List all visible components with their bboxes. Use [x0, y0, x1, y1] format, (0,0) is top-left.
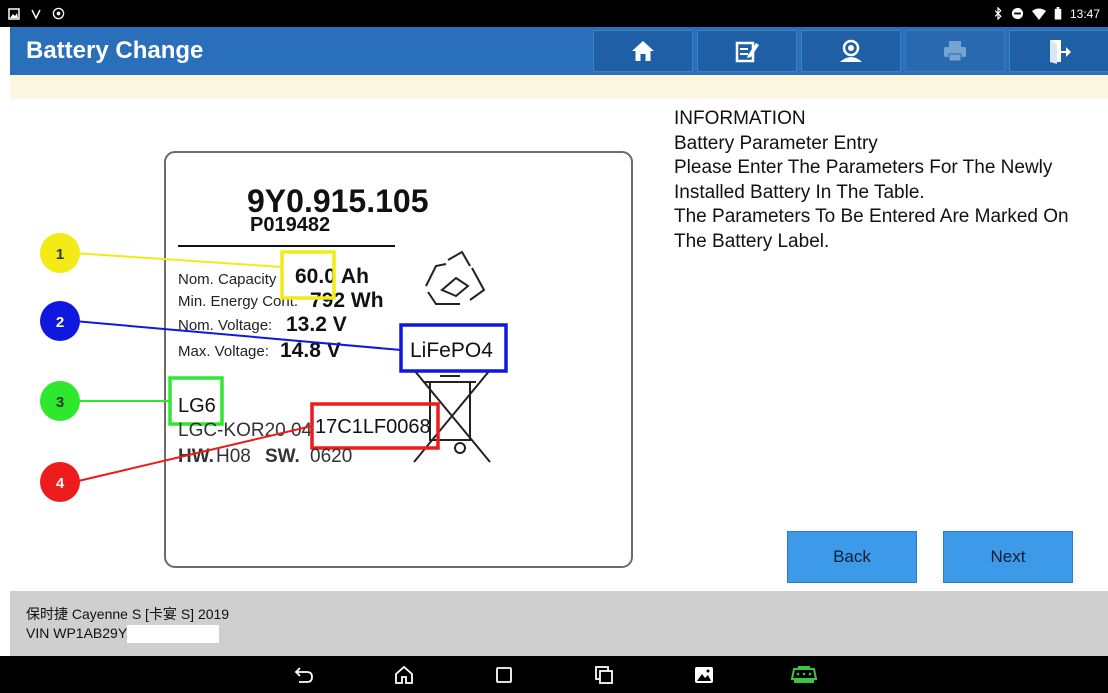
- spec-value-nom-voltage: 13.2 V: [286, 313, 347, 336]
- home-button[interactable]: [593, 30, 693, 72]
- status-time: 13:47: [1069, 6, 1100, 21]
- spec-label-max-voltage: Max. Voltage:: [178, 343, 269, 360]
- marker-2-label: 2: [56, 314, 64, 331]
- nav-multiwindow-button[interactable]: [554, 665, 654, 685]
- spec-label-energy: Min. Energy Cont.: [178, 293, 298, 310]
- back-button[interactable]: Back: [787, 531, 917, 583]
- marker-3-label: 3: [56, 394, 64, 411]
- nav-screenshot-button[interactable]: [654, 666, 754, 684]
- info-line: The Parameters To Be Entered Are Marked …: [674, 206, 1069, 227]
- marker-4-label: 4: [56, 475, 65, 492]
- sw-label: SW.: [265, 446, 300, 467]
- battery-label-diagram: 9Y0.915.105 P019482 Nom. Capacity 60.0 A…: [40, 151, 633, 568]
- support-icon: [840, 39, 862, 62]
- marker-1-label: 1: [56, 246, 64, 263]
- spec-value-capacity: 60.0 Ah: [295, 265, 369, 288]
- chemistry-value: LiFePO4: [410, 339, 493, 362]
- vci-icon: [790, 665, 818, 683]
- wifi-icon: [1031, 8, 1046, 20]
- info-line: Installed Battery In The Table.: [674, 181, 925, 203]
- settings-icon: [52, 7, 65, 20]
- status-bar: 13:47: [0, 0, 1108, 27]
- exit-button[interactable]: [1009, 30, 1108, 72]
- page-title: Battery Change: [26, 37, 204, 64]
- battery-label-image: 9Y0.915.105 P019482 Nom. Capacity 60.0 A…: [10, 100, 650, 588]
- print-button[interactable]: [905, 30, 1005, 72]
- title-bar: Battery Change: [10, 27, 1108, 75]
- battery-icon: [1054, 7, 1062, 20]
- edit-report-icon: [735, 41, 759, 63]
- maker-value: LG6: [178, 395, 216, 417]
- sub-number: P019482: [250, 214, 330, 236]
- multi-window-icon: [595, 665, 613, 684]
- notice-strip: [10, 75, 1108, 99]
- spec-label-capacity: Nom. Capacity: [178, 271, 277, 288]
- support-button[interactable]: [801, 30, 901, 72]
- exit-icon: [1050, 40, 1071, 64]
- sw-value: 0620: [310, 446, 352, 467]
- vin-row: VIN WP1AB29Y: [26, 624, 1108, 644]
- serial-value: 17C1LF0068: [315, 416, 431, 438]
- usb-icon: [31, 9, 41, 20]
- bluetooth-icon: [994, 7, 1002, 20]
- vin-text: VIN WP1AB29Y: [26, 625, 128, 641]
- info-heading: INFORMATION: [674, 108, 806, 129]
- vin-redaction: [127, 625, 220, 644]
- home-icon: [632, 41, 654, 61]
- toolbar: [593, 27, 1108, 75]
- gallery-icon: [8, 7, 20, 20]
- info-line: The Battery Label.: [674, 230, 830, 252]
- info-line: Battery Parameter Entry: [674, 132, 878, 154]
- print-icon: [944, 41, 966, 62]
- nav-back-button[interactable]: [254, 666, 354, 684]
- information-panel: INFORMATION Battery Parameter Entry Plea…: [674, 107, 1104, 254]
- nav-home-button[interactable]: [354, 665, 454, 685]
- spec-value-energy: 792 Wh: [310, 289, 384, 312]
- home-icon: [395, 665, 413, 684]
- dnd-icon: [1011, 7, 1024, 20]
- vehicle-name: 保时捷 Cayenne S [卡宴 S] 2019: [26, 606, 230, 622]
- back-icon: [294, 666, 313, 683]
- recent-apps-icon: [496, 666, 512, 683]
- vehicle-info-footer: 保时捷 Cayenne S [卡宴 S] 2019 VIN WP1AB29Y: [10, 591, 1108, 656]
- system-nav-bar: [0, 656, 1108, 693]
- hw-value: H08: [216, 446, 251, 467]
- nav-vci-button[interactable]: [754, 665, 854, 685]
- screenshot-icon: [695, 666, 713, 683]
- nav-recent-button[interactable]: [454, 666, 554, 684]
- info-line: Please Enter The Parameters For The Newl…: [674, 157, 1053, 178]
- edit-report-button[interactable]: [697, 30, 797, 72]
- next-button[interactable]: Next: [943, 531, 1073, 583]
